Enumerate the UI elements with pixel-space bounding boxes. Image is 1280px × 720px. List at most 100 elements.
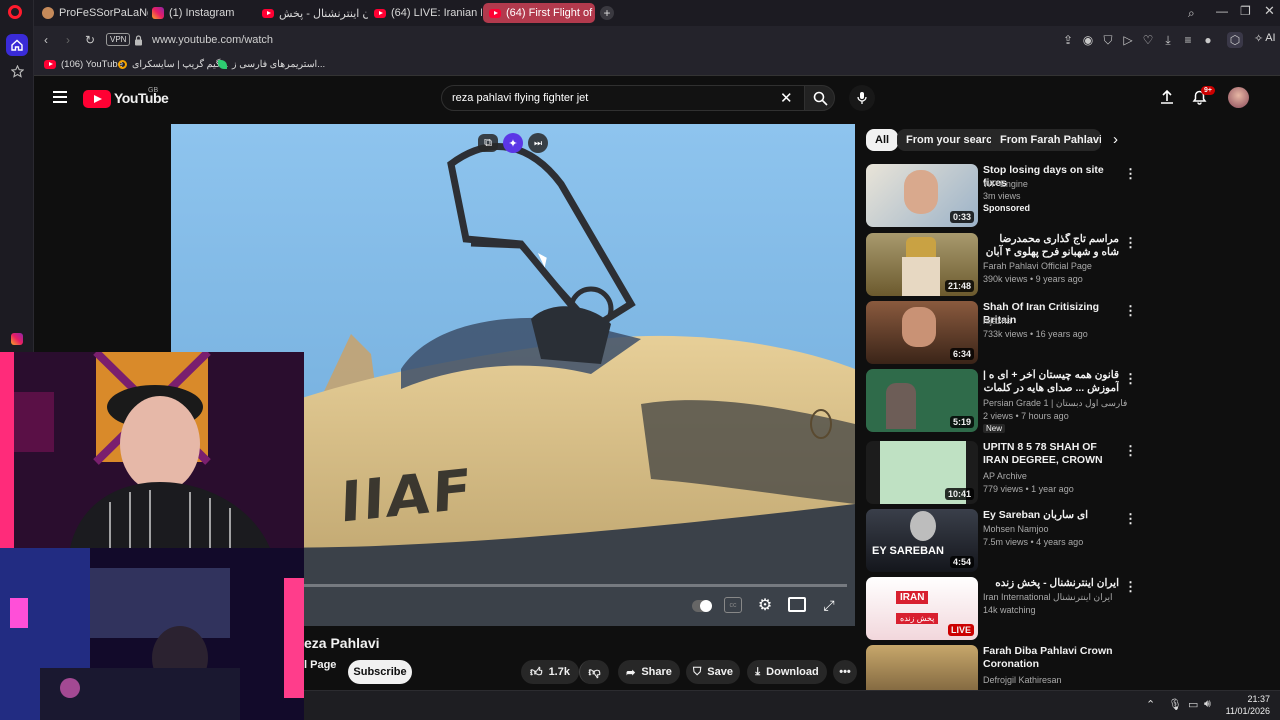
minimize-button[interactable]: — xyxy=(1216,4,1228,18)
search-box[interactable]: reza pahlavi flying fighter jet ✕ xyxy=(441,85,805,111)
extension-icon[interactable]: ⬡ xyxy=(1227,32,1243,48)
more-actions-button[interactable]: ••• xyxy=(833,660,857,684)
video-thumbnail[interactable]: 21:48 xyxy=(866,233,978,296)
opera-logo-icon[interactable] xyxy=(8,5,22,19)
star-icon[interactable] xyxy=(6,60,28,82)
vpn-badge[interactable]: VPN xyxy=(106,33,131,46)
chip-from-channel[interactable]: From Farah Pahlavi Off xyxy=(991,129,1101,151)
channel-name[interactable]: Farah Pahlavi Official Page xyxy=(983,261,1092,271)
recommended-item[interactable]: EY SAREBAN 4:54 Ey Sareban ای ساربان Moh… xyxy=(866,509,1146,573)
more-vertical-icon[interactable]: ⋮ xyxy=(1124,443,1137,459)
instagram-icon[interactable] xyxy=(6,328,28,350)
tab-2[interactable]: ایران اینترنشنال - پخش xyxy=(256,3,368,23)
account-avatar[interactable] xyxy=(1228,87,1249,108)
autoplay-toggle[interactable] xyxy=(692,600,712,612)
video-thumbnail[interactable] xyxy=(866,645,978,690)
video-thumbnail[interactable]: 5:19 xyxy=(866,369,978,432)
tab-3[interactable]: (64) LIVE: Iranian Presider xyxy=(368,3,482,23)
recommended-item[interactable]: IRAN پخش زنده LIVE ایران اینترنشنال - پخ… xyxy=(866,577,1146,641)
camera-icon[interactable]: ◉ xyxy=(1080,32,1096,48)
youtube-logo-text[interactable]: YouTube xyxy=(114,90,169,106)
reload-icon[interactable]: ↻ xyxy=(82,32,98,48)
tab-1[interactable]: (1) Instagram xyxy=(146,3,256,23)
chip-all[interactable]: All xyxy=(866,129,899,151)
video-title[interactable]: UPITN 8 5 78 SHAH OF IRAN DEGREE, CROWN … xyxy=(983,441,1119,467)
recommended-item[interactable]: 0:33 Stop losing days on site fixes WP E… xyxy=(866,164,1146,228)
video-thumbnail[interactable]: 10:41 xyxy=(866,441,978,504)
chevron-right-icon[interactable]: › xyxy=(1113,131,1118,148)
channel-name[interactable]: WP Engine xyxy=(983,179,1028,189)
recommended-item[interactable]: 10:41 UPITN 8 5 78 SHAH OF IRAN DEGREE, … xyxy=(866,441,1146,505)
upload-icon[interactable] xyxy=(1160,89,1174,110)
like-button[interactable]: 👍︎ 1.7k xyxy=(521,660,579,684)
search-input[interactable]: reza pahlavi flying fighter jet xyxy=(452,92,588,104)
subscribe-button[interactable]: Subscribe xyxy=(348,660,412,684)
shield-icon[interactable]: ⛉ xyxy=(1100,32,1116,48)
hamburger-menu-icon[interactable] xyxy=(53,91,67,103)
profile-icon[interactable]: ● xyxy=(1200,32,1216,48)
more-vertical-icon[interactable]: ⋮ xyxy=(1124,166,1137,182)
video-title[interactable]: قانون همه چیستان آخر + ای ه | آموزش ... … xyxy=(983,369,1119,395)
channel-name[interactable]: Iran International ایران اینترنشنال xyxy=(983,592,1113,603)
video-title[interactable]: Farah Diba Pahlavi Crown Coronation xyxy=(983,645,1119,671)
chevron-up-icon[interactable]: ⌃ xyxy=(1146,698,1155,711)
video-title[interactable]: Ey Sareban ای ساربان xyxy=(983,509,1119,522)
channel-name[interactable]: hijazna xyxy=(983,316,1012,326)
recommended-item[interactable]: 5:19 قانون همه چیستان آخر + ای ه | آموزش… xyxy=(866,369,1146,433)
more-vertical-icon[interactable]: ⋮ xyxy=(1124,235,1137,251)
dislike-button[interactable]: 👎︎ xyxy=(579,660,609,684)
home-icon[interactable] xyxy=(6,34,28,56)
video-title[interactable]: مراسم تاج گذاری محمدرضا شاه و شهبانو فرح… xyxy=(983,233,1119,259)
volume-icon[interactable]: 🔊︎ xyxy=(1204,698,1211,711)
video-thumbnail[interactable]: 0:33 xyxy=(866,164,978,227)
ai-button[interactable]: ✧ AI xyxy=(1254,32,1276,45)
share-button[interactable]: ➦ Share xyxy=(618,660,680,684)
fullscreen-icon[interactable]: ⤢ xyxy=(820,596,838,614)
close-window-button[interactable]: ✕ xyxy=(1264,3,1275,19)
recommended-item[interactable]: Farah Diba Pahlavi Crown Coronation Defr… xyxy=(866,645,1146,690)
voice-search-button[interactable] xyxy=(849,85,875,111)
back-icon[interactable]: ‹ xyxy=(38,32,54,48)
save-button[interactable]: ⛉ Save xyxy=(686,660,740,684)
search-tabs-icon[interactable]: ⌕ xyxy=(1188,6,1195,21)
video-thumbnail[interactable]: 6:34 xyxy=(866,301,978,364)
ai-sparkle-icon[interactable]: ✦ xyxy=(503,133,523,153)
download-icon[interactable]: ⤓ xyxy=(1160,32,1176,48)
captions-icon[interactable]: cc xyxy=(724,597,742,613)
video-title[interactable]: ایران اینترنشنال - پخش زنده xyxy=(983,577,1119,590)
theater-mode-icon[interactable] xyxy=(788,597,806,612)
microphone-tray-icon[interactable]: 🎙︎ xyxy=(1168,698,1182,711)
clock-date[interactable]: 11/01/2026 xyxy=(1220,706,1270,716)
menu-icon[interactable]: ≡ xyxy=(1180,32,1196,48)
forward-icon[interactable]: › xyxy=(60,32,76,48)
video-thumbnail[interactable]: IRAN پخش زنده LIVE xyxy=(866,577,978,640)
network-icon[interactable]: ▭ xyxy=(1188,698,1198,711)
more-vertical-icon[interactable]: ⋮ xyxy=(1124,303,1137,319)
restore-button[interactable]: ❐ xyxy=(1240,4,1251,18)
skip-next-icon[interactable]: ⏭ xyxy=(528,133,548,153)
url-field[interactable]: www.youtube.com/watch xyxy=(152,34,273,46)
new-tab-button[interactable]: + xyxy=(600,6,614,20)
download-button[interactable]: ⤓ Download xyxy=(747,660,827,684)
clock-time[interactable]: 21:37 xyxy=(1234,694,1270,704)
play-icon[interactable]: ▷ xyxy=(1120,32,1136,48)
channel-name[interactable]: l Page xyxy=(304,659,336,671)
clear-search-icon[interactable]: ✕ xyxy=(780,89,793,107)
channel-name[interactable]: Defrojgil Kathiresan xyxy=(983,675,1062,685)
channel-name[interactable]: AP Archive xyxy=(983,471,1027,481)
heart-icon[interactable]: ♡ xyxy=(1140,32,1156,48)
recommended-item[interactable]: 6:34 Shah Of Iran Critisizing Britain hi… xyxy=(866,301,1146,365)
channel-name[interactable]: Mohsen Namjoo xyxy=(983,524,1049,534)
bookmark-1[interactable]: گیم گریپ | سایسکرای... xyxy=(118,59,228,70)
tab-4-active[interactable]: (64) First Flight of Prince F xyxy=(483,3,595,23)
more-vertical-icon[interactable]: ⋮ xyxy=(1124,371,1137,387)
settings-gear-icon[interactable]: ⚙ xyxy=(756,596,774,614)
recommended-item[interactable]: 21:48 مراسم تاج گذاری محمدرضا شاه و شهبا… xyxy=(866,233,1146,297)
bookmark-2[interactable]: استریمرهای فارسی ز... xyxy=(218,59,325,70)
bookmark-0[interactable]: (106) YouTube xyxy=(44,59,123,70)
send-icon[interactable]: ⇪ xyxy=(1060,32,1076,48)
more-vertical-icon[interactable]: ⋮ xyxy=(1124,579,1137,595)
search-button[interactable] xyxy=(804,85,835,111)
tab-0[interactable]: ProFeSSorPaLaNg Stream xyxy=(36,3,148,23)
youtube-logo-icon[interactable] xyxy=(83,90,111,108)
